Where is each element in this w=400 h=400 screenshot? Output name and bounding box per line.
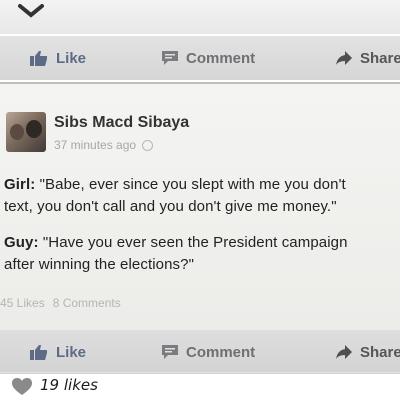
comment-icon xyxy=(162,345,178,359)
comment-button[interactable]: Comment xyxy=(162,50,255,67)
like-label: Like xyxy=(56,49,87,67)
post-text-line: text, you don't call and you don't give … xyxy=(4,198,337,215)
comment-label: Comment xyxy=(186,343,256,361)
screenshot: Like Comment Share Sibs Macd Sibaya 37 m… xyxy=(0,0,400,400)
like-label: Like xyxy=(56,343,87,361)
post-text-line: Guy: "Have you ever seen the President c… xyxy=(4,234,348,251)
share-arrow-icon xyxy=(336,51,352,65)
post-timestamp: 37 minutes ago xyxy=(54,138,154,152)
line-text: "Babe, ever since you slept with me you … xyxy=(35,176,346,193)
share-label: Share xyxy=(360,49,400,67)
likes-count-link[interactable]: 45 Likes xyxy=(0,296,45,310)
line-text: text, you don't call and you don't give … xyxy=(4,198,337,215)
comment-button[interactable]: Comment xyxy=(162,344,255,361)
action-bar-top: Like Comment Share xyxy=(0,36,400,80)
like-button[interactable]: Like xyxy=(30,344,86,361)
share-button[interactable]: Share xyxy=(336,344,400,361)
top-strip xyxy=(0,0,400,34)
action-bar-bottom: Like Comment Share xyxy=(0,330,400,374)
post-author[interactable]: Sibs Macd Sibaya xyxy=(54,114,189,132)
likes-footer: 19 likes xyxy=(0,374,400,400)
line-text: after winning the elections?" xyxy=(4,256,195,273)
chevron-down-icon[interactable] xyxy=(18,4,44,23)
comment-icon xyxy=(162,51,178,65)
globe-icon xyxy=(142,139,154,151)
post-card: Sibs Macd Sibaya 37 minutes ago Girl: "B… xyxy=(0,84,400,330)
thumbs-up-icon xyxy=(30,50,48,66)
post-counts: 45 Likes 8 Comments xyxy=(0,296,121,310)
timestamp-text: 37 minutes ago xyxy=(54,138,137,152)
comments-count-link[interactable]: 8 Comments xyxy=(53,296,121,310)
divider xyxy=(0,372,400,373)
likes-count[interactable]: 19 likes xyxy=(40,376,98,394)
share-arrow-icon xyxy=(336,345,352,359)
heart-icon[interactable] xyxy=(12,378,32,400)
avatar[interactable] xyxy=(6,112,46,152)
share-label: Share xyxy=(360,343,400,361)
like-button[interactable]: Like xyxy=(30,50,86,67)
speaker: Girl: xyxy=(4,176,36,193)
thumbs-up-icon xyxy=(30,344,48,360)
comment-label: Comment xyxy=(186,49,256,67)
share-button[interactable]: Share xyxy=(336,50,400,67)
post-text-line: Girl: "Babe, ever since you slept with m… xyxy=(4,176,346,193)
line-text: "Have you ever seen the President campai… xyxy=(38,234,348,251)
post-text-line: after winning the elections?" xyxy=(4,256,194,273)
speaker: Guy: xyxy=(4,234,39,251)
